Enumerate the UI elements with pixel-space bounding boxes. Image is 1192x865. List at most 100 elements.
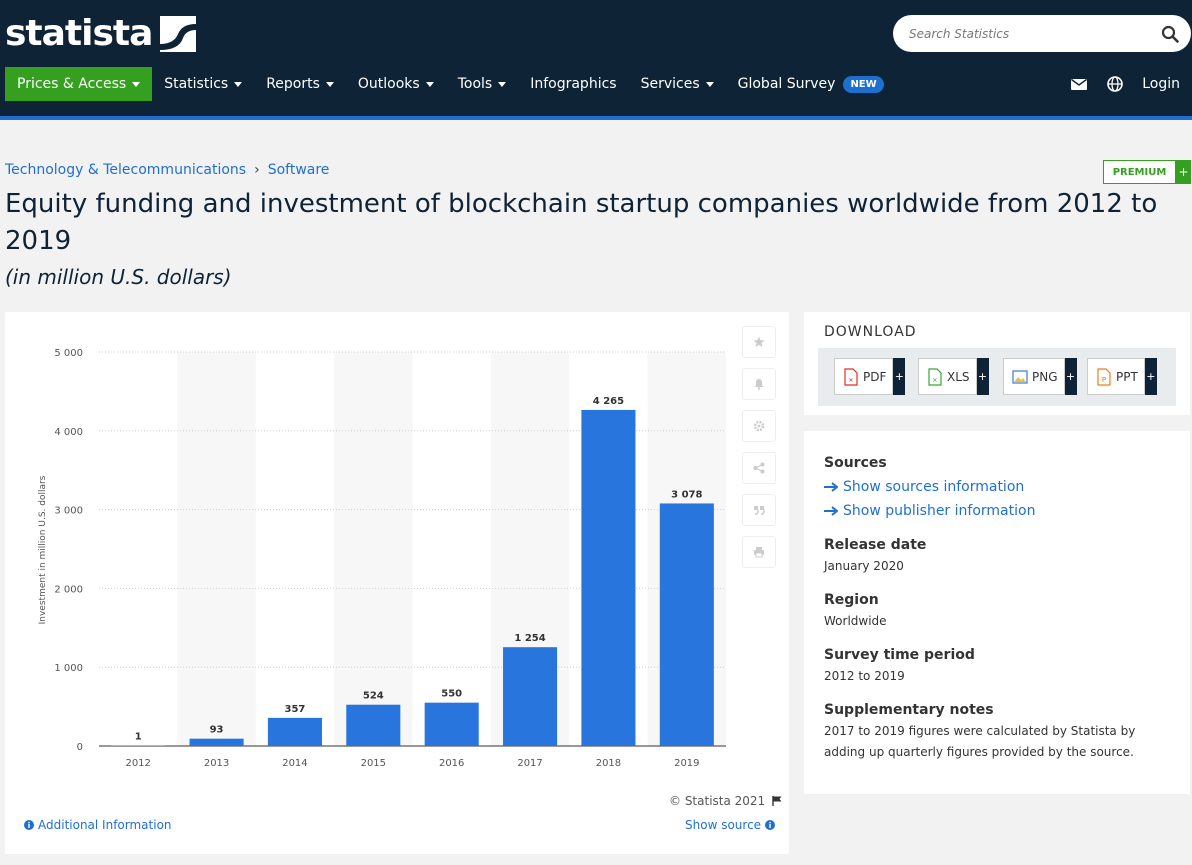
nav-services[interactable]: Services bbox=[629, 67, 726, 101]
breadcrumb-item-technology[interactable]: Technology & Telecommunications bbox=[5, 162, 246, 178]
premium-badge[interactable]: PREMIUM + bbox=[1103, 160, 1191, 184]
nav-tools[interactable]: Tools bbox=[446, 67, 519, 101]
envelope-icon[interactable] bbox=[1070, 75, 1088, 93]
data-label: 524 bbox=[363, 691, 384, 702]
bar bbox=[659, 503, 714, 746]
release-date-heading: Release date bbox=[824, 537, 927, 553]
x-tick-label: 2013 bbox=[204, 758, 229, 769]
bar bbox=[189, 738, 244, 746]
breadcrumb-item-software[interactable]: Software bbox=[268, 162, 330, 178]
y-axis-label: Investment in million U.S. dollars bbox=[38, 475, 48, 624]
data-label: 1 254 bbox=[514, 633, 545, 644]
share-button[interactable] bbox=[742, 452, 776, 484]
favorite-button[interactable] bbox=[742, 326, 776, 358]
y-tick-label: 2 000 bbox=[54, 584, 83, 595]
settings-button[interactable] bbox=[742, 410, 776, 442]
show-sources-link[interactable]: Show sources information bbox=[824, 479, 1024, 495]
arrow-right-icon bbox=[824, 506, 838, 516]
nav-infographics[interactable]: Infographics bbox=[518, 67, 628, 101]
pdf-file-icon: ✕ bbox=[844, 367, 858, 386]
bell-icon bbox=[754, 379, 764, 390]
chevron-down-icon bbox=[425, 81, 434, 87]
bar bbox=[111, 745, 166, 746]
notification-button[interactable] bbox=[742, 368, 776, 400]
show-publisher-link[interactable]: Show publisher information bbox=[824, 503, 1035, 519]
supplementary-notes-value: 2017 to 2019 figures were calculated by … bbox=[824, 724, 1136, 759]
x-tick-label: 2015 bbox=[361, 758, 386, 769]
download-title: DOWNLOAD bbox=[824, 324, 917, 340]
chevron-down-icon bbox=[132, 81, 141, 87]
additional-information-link[interactable]: Additional Information bbox=[24, 818, 172, 832]
globe-icon[interactable] bbox=[1106, 75, 1124, 93]
new-badge: NEW bbox=[843, 75, 884, 93]
nav-prices-access[interactable]: Prices & Access bbox=[5, 67, 153, 101]
y-tick-label: 0 bbox=[77, 742, 83, 753]
survey-period-heading: Survey time period bbox=[824, 647, 975, 663]
x-tick-label: 2012 bbox=[125, 758, 150, 769]
y-tick-label: 4 000 bbox=[54, 427, 83, 438]
premium-plus: + bbox=[1176, 160, 1191, 184]
download-card: DOWNLOAD ✕ PDF + ✕ XLS + PNG + P PPT + bbox=[804, 312, 1190, 415]
chevron-down-icon bbox=[325, 81, 334, 87]
star-icon bbox=[753, 336, 765, 347]
bar bbox=[503, 647, 558, 746]
nav-global-survey[interactable]: Global Survey NEW bbox=[726, 67, 896, 101]
data-label: 550 bbox=[441, 689, 462, 700]
survey-period-value: 2012 to 2019 bbox=[824, 669, 905, 683]
svg-text:✕: ✕ bbox=[848, 377, 853, 384]
breadcrumb-separator: › bbox=[254, 162, 260, 178]
page-subtitle: (in million U.S. dollars) bbox=[5, 265, 232, 289]
supplementary-notes-heading: Supplementary notes bbox=[824, 702, 994, 718]
bar bbox=[346, 704, 401, 746]
x-tick-label: 2018 bbox=[596, 758, 621, 769]
svg-text:P: P bbox=[1102, 376, 1106, 384]
nav-statistics[interactable]: Statistics bbox=[152, 67, 254, 101]
page-title: Equity funding and investment of blockch… bbox=[5, 189, 1158, 256]
data-label: 3 078 bbox=[671, 489, 702, 500]
search-input[interactable] bbox=[909, 24, 1149, 44]
chevron-down-icon bbox=[234, 81, 243, 87]
share-icon bbox=[753, 462, 765, 474]
x-tick-label: 2014 bbox=[282, 758, 307, 769]
chevron-down-icon bbox=[705, 81, 714, 87]
y-tick-label: 3 000 bbox=[54, 506, 83, 517]
x-tick-label: 2017 bbox=[517, 758, 542, 769]
bar bbox=[267, 717, 322, 746]
data-label: 357 bbox=[285, 704, 306, 715]
site-header: statista Prices & Access Statistics Repo… bbox=[0, 0, 1192, 116]
show-source-link[interactable]: Show source bbox=[685, 818, 776, 832]
nav-outlooks[interactable]: Outlooks bbox=[346, 67, 446, 101]
breadcrumb: Technology & Telecommunications › Softwa… bbox=[5, 162, 329, 178]
bar bbox=[424, 702, 479, 746]
bar bbox=[581, 409, 636, 746]
chart-side-tools bbox=[742, 326, 776, 568]
y-tick-label: 1 000 bbox=[54, 663, 83, 674]
statista-logo[interactable]: statista bbox=[5, 13, 197, 54]
print-button[interactable] bbox=[742, 536, 776, 568]
chart-card: 0 1 000 2 000 3 000 4 000 5 000 1 2012 93 2013 357… bbox=[5, 312, 789, 854]
search-box bbox=[893, 15, 1191, 52]
download-pdf-button[interactable]: ✕ PDF + bbox=[834, 358, 906, 395]
logo-text: statista bbox=[5, 13, 153, 54]
release-date-value: January 2020 bbox=[824, 559, 904, 573]
logo-mark-icon bbox=[160, 16, 197, 52]
info-icon bbox=[765, 820, 776, 830]
download-ppt-button[interactable]: P PPT + bbox=[1087, 358, 1157, 395]
flag-icon[interactable] bbox=[771, 795, 783, 807]
download-bar: ✕ PDF + ✕ XLS + PNG + P PPT + bbox=[818, 348, 1176, 406]
x-tick-label: 2016 bbox=[439, 758, 464, 769]
nav-reports[interactable]: Reports bbox=[254, 67, 346, 101]
arrow-right-icon bbox=[824, 482, 838, 492]
cite-button[interactable] bbox=[742, 494, 776, 526]
search-icon[interactable] bbox=[1161, 25, 1179, 43]
download-png-button[interactable]: PNG + bbox=[1003, 358, 1077, 395]
login-link[interactable]: Login bbox=[1142, 76, 1180, 92]
column-band bbox=[334, 352, 413, 746]
premium-label: PREMIUM bbox=[1103, 160, 1176, 184]
main-nav: Prices & Access Statistics Reports Outlo… bbox=[5, 67, 896, 101]
download-xls-button[interactable]: ✕ XLS + bbox=[918, 358, 989, 395]
region-heading: Region bbox=[824, 592, 879, 608]
gear-icon bbox=[753, 420, 765, 432]
column-band bbox=[177, 352, 256, 746]
y-tick-label: 5 000 bbox=[54, 348, 83, 359]
